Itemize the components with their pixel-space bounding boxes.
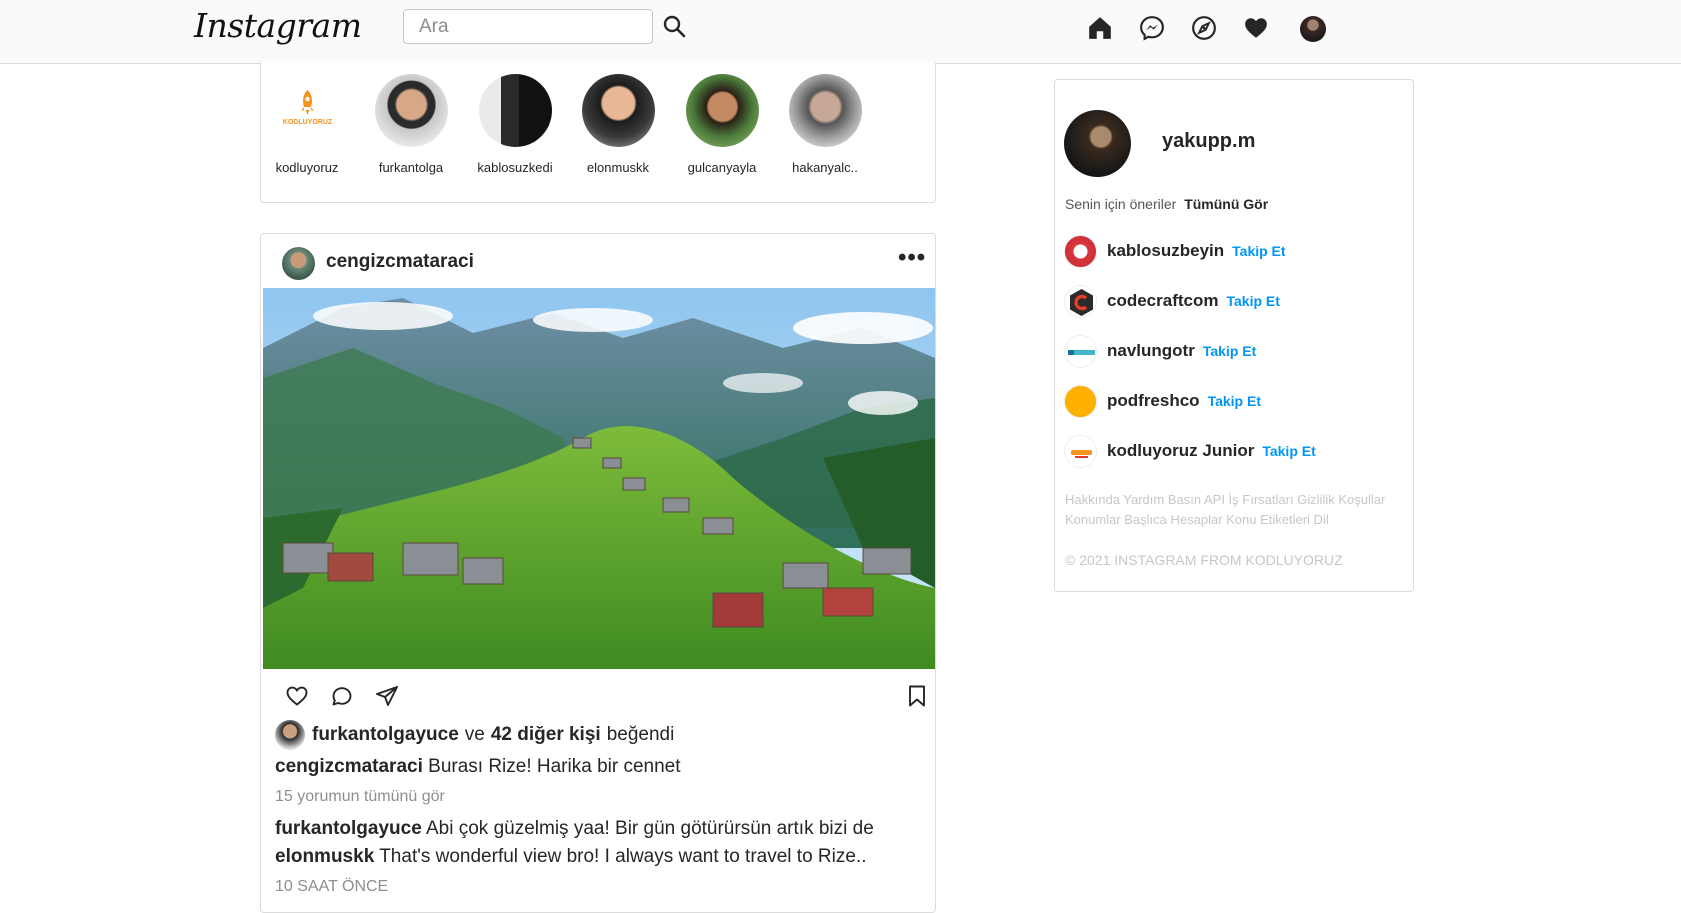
comment-username[interactable]: elonmuskk <box>275 846 374 867</box>
suggestion-avatar[interactable] <box>1064 434 1097 468</box>
likes-connector: ve <box>464 724 485 745</box>
footer-links[interactable]: Hakkında Yardım Basın API İş Fırsatları … <box>1065 490 1405 530</box>
comment-text: Abi çok güzelmiş yaa! Bir gün götürürsün… <box>426 818 874 839</box>
comment-text: That's wonderful view bro! I always want… <box>379 846 867 867</box>
save-bookmark-icon[interactable] <box>905 684 929 708</box>
instagram-logo[interactable]: Instagram <box>194 6 362 45</box>
suggestion-username[interactable]: podfreshco <box>1107 391 1200 411</box>
suggestions-label: Senin için öneriler <box>1065 196 1177 212</box>
post-author-username[interactable]: cengizcmataraci <box>326 251 474 273</box>
navlungo-logo-icon <box>1068 349 1095 355</box>
comment-item: elonmuskk That's wonderful view bro! I a… <box>275 846 866 868</box>
follow-button[interactable]: Takip Et <box>1262 443 1315 459</box>
story-username: kodluyoruz <box>275 160 339 175</box>
top-navigation-bar: Instagram <box>0 0 1681 64</box>
story-username: kablosuzkedi <box>477 160 553 175</box>
like-heart-icon[interactable] <box>285 684 309 708</box>
post-photo[interactable] <box>263 288 935 669</box>
view-all-comments-link[interactable]: 15 yorumun tümünü gör <box>275 788 445 806</box>
suggestion-avatar[interactable] <box>1064 284 1097 318</box>
liker-avatar[interactable] <box>275 720 305 750</box>
profile-avatar-nav[interactable] <box>1300 16 1326 42</box>
suggestion-username[interactable]: kablosuzbeyin <box>1107 241 1224 261</box>
home-icon[interactable] <box>1087 15 1113 41</box>
follow-button[interactable]: Takip Et <box>1208 393 1261 409</box>
landscape-photo-rize <box>263 288 935 669</box>
kodluyoruz-logo-text: KODLUYORUZ <box>282 119 332 126</box>
search-icon[interactable] <box>662 14 686 38</box>
story-item[interactable]: gulcanyayla <box>677 74 767 175</box>
post-caption: cengizcmataraci Burası Rize! Harika bir … <box>275 756 681 778</box>
suggestion-item: podfreshco Takip Et <box>1064 384 1261 418</box>
story-item[interactable]: kablosuzkedi <box>470 74 560 175</box>
feed-post: cengizcmataraci ••• furkantolgayuce ve 4… <box>260 233 936 913</box>
explore-compass-icon[interactable] <box>1191 15 1217 41</box>
messenger-icon[interactable] <box>1139 15 1165 41</box>
likes-summary: furkantolgayuce ve 42 diğer kişi beğendi <box>275 720 674 750</box>
story-username: hakanyalc.. <box>792 160 858 175</box>
story-username: elonmuskk <box>586 160 650 175</box>
comment-username[interactable]: furkantolgayuce <box>275 818 422 839</box>
suggestion-username[interactable]: kodluyoruz Junior <box>1107 441 1254 461</box>
suggestion-item: kodluyoruz Junior Takip Et <box>1064 434 1316 468</box>
story-avatar <box>788 74 862 147</box>
story-avatar <box>478 74 552 147</box>
suggestion-avatar[interactable] <box>1064 334 1097 368</box>
copyright-text: © 2021 INSTAGRAM FROM KODLUYORUZ <box>1065 552 1343 568</box>
suggestions-header: Senin için öneriler Tümünü Gör <box>1065 196 1268 212</box>
share-send-icon[interactable] <box>375 684 399 708</box>
story-username: gulcanyayla <box>687 160 757 175</box>
more-options-icon[interactable]: ••• <box>898 246 926 270</box>
search-input[interactable] <box>403 9 653 44</box>
follow-button[interactable]: Takip Et <box>1226 293 1279 309</box>
current-user-username[interactable]: yakupp.m <box>1162 130 1255 153</box>
current-user-avatar[interactable] <box>1064 110 1131 177</box>
codecraft-logo-icon <box>1070 288 1093 316</box>
story-avatar <box>374 74 448 147</box>
comment-item: furkantolgayuce Abi çok güzelmiş yaa! Bi… <box>275 818 874 840</box>
follow-button[interactable]: Takip Et <box>1203 343 1256 359</box>
suggestion-item: codecraftcom Takip Et <box>1064 284 1280 318</box>
likes-suffix: beğendi <box>606 724 675 745</box>
suggestion-item: kablosuzbeyin Takip Et <box>1064 234 1286 268</box>
post-author-avatar[interactable] <box>282 247 315 280</box>
caption-text: Burası Rize! Harika bir cennet <box>428 756 681 777</box>
story-avatar: KODLUYORUZ <box>270 74 344 147</box>
story-username: furkantolga <box>378 160 444 175</box>
story-item[interactable]: KODLUYORUZ kodluyoruz <box>262 74 352 175</box>
liker-username[interactable]: furkantolgayuce <box>312 724 459 746</box>
follow-button[interactable]: Takip Et <box>1232 243 1285 259</box>
activity-heart-icon[interactable] <box>1243 15 1269 41</box>
story-item[interactable]: furkantolga <box>366 74 456 175</box>
story-avatar <box>685 74 759 147</box>
suggestion-username[interactable]: navlungotr <box>1107 341 1195 361</box>
likes-count[interactable]: 42 diğer kişi <box>491 724 601 746</box>
suggestion-avatar[interactable] <box>1064 384 1097 418</box>
stories-tray: KODLUYORUZ kodluyoruz furkantolga kablos… <box>260 63 936 203</box>
story-item[interactable]: elonmuskk <box>573 74 663 175</box>
story-avatar <box>581 74 655 147</box>
story-item[interactable]: hakanyalc.. <box>780 74 870 175</box>
post-timestamp: 10 SAAT ÖNCE <box>275 878 389 895</box>
kodluyoruz-junior-logo-icon <box>1071 449 1092 458</box>
comment-icon[interactable] <box>330 684 354 708</box>
suggestions-sidebar: yakupp.m Senin için öneriler Tümünü Gör … <box>1054 79 1414 592</box>
kodluyoruz-rocket-logo: KODLUYORUZ <box>282 90 332 126</box>
suggestion-avatar[interactable] <box>1064 234 1097 268</box>
see-all-link[interactable]: Tümünü Gör <box>1184 196 1268 212</box>
suggestion-item: navlungotr Takip Et <box>1064 334 1256 368</box>
suggestion-username[interactable]: codecraftcom <box>1107 291 1218 311</box>
caption-username[interactable]: cengizcmataraci <box>275 756 423 777</box>
